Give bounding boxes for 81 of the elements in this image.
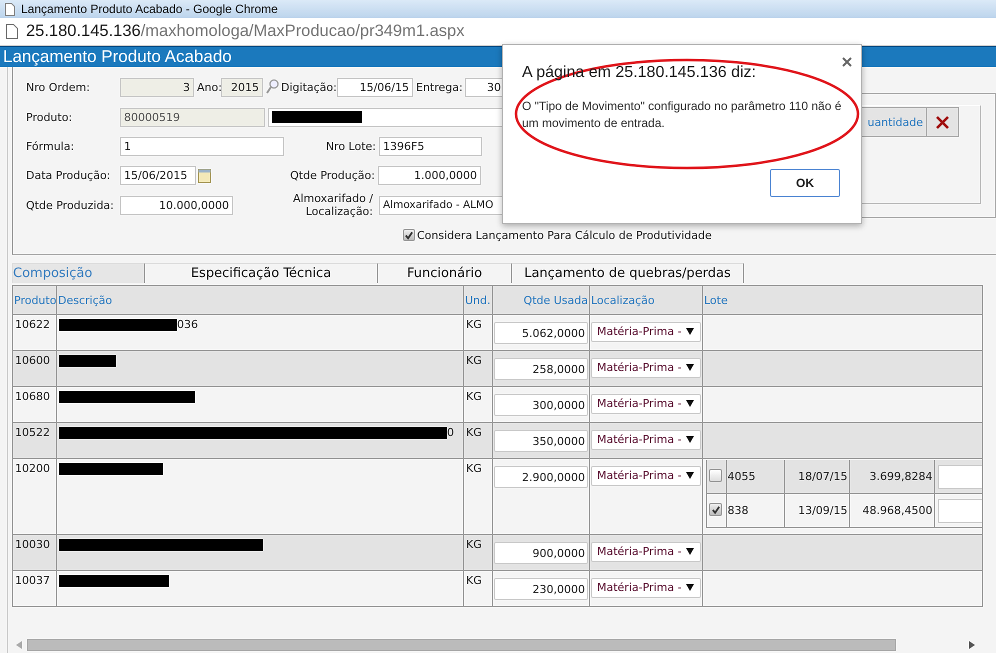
lot-number-field[interactable]: 1396F5: [379, 137, 482, 156]
field-label: Nro Ordem:: [26, 80, 91, 94]
quantity-field[interactable]: 2.900,0000: [494, 466, 588, 488]
column-header[interactable]: Und.: [464, 286, 492, 314]
caret-icon: [686, 472, 694, 478]
location-select[interactable]: Matéria-Prima -: [591, 466, 701, 486]
location-select[interactable]: Matéria-Prima -: [591, 394, 701, 414]
table-cell: 10037: [12, 570, 56, 606]
order-number-field[interactable]: 3: [120, 78, 194, 96]
quantity-field[interactable]: 258,0000: [494, 358, 588, 380]
location-select[interactable]: Matéria-Prima -: [591, 578, 701, 598]
location-select[interactable]: Matéria-Prima -: [591, 542, 701, 562]
tab[interactable]: Especificação Técnica: [144, 263, 378, 283]
remove-button[interactable]: [927, 107, 959, 137]
table-cell: 10200: [12, 458, 56, 534]
table-cell: 13/09/15: [784, 494, 849, 527]
page-icon: [6, 24, 18, 39]
input-field[interactable]: [938, 464, 983, 488]
formula-field[interactable]: 1: [120, 137, 284, 156]
caret-icon: [686, 364, 694, 370]
column-header[interactable]: Produto: [12, 286, 56, 314]
field-label: Qtde Produção:: [289, 169, 376, 182]
location-select[interactable]: Matéria-Prima -: [591, 322, 701, 342]
scrollbar-thumb[interactable]: [27, 638, 896, 650]
quantity-field[interactable]: 230,0000: [494, 578, 588, 600]
caret-icon: [686, 436, 694, 442]
field-label: Nro Lote:: [324, 140, 377, 153]
caret-icon: [686, 328, 694, 334]
table-cell: KG: [464, 570, 492, 606]
table-cell: 48.968,4500: [849, 494, 934, 527]
page-title: Lançamento Produto Acabado: [3, 47, 232, 67]
field-label: Produto:: [26, 110, 74, 124]
column-header[interactable]: Lote: [702, 286, 982, 314]
calendar-icon[interactable]: [198, 168, 211, 183]
ok-button[interactable]: OK: [770, 169, 840, 197]
field-label: Almoxarifado / Localização:: [292, 192, 374, 218]
field-label: Data Produção:: [26, 169, 112, 182]
quantity-field[interactable]: 5.062,0000: [494, 322, 588, 344]
caret-icon: [686, 584, 694, 590]
quantity-field[interactable]: 1.000,0000: [378, 166, 481, 185]
column-header[interactable]: Descrição: [56, 286, 464, 314]
close-icon[interactable]: [842, 57, 852, 67]
description-text: 0: [447, 426, 454, 439]
close-icon: [936, 116, 949, 128]
quantity-field[interactable]: 350,0000: [494, 430, 588, 452]
checkbox-label[interactable]: Considera Lançamento Para Cálculo de Produtividade: [417, 228, 712, 242]
window-title: Lançamento Produto Acabado - Google Chrome: [21, 2, 278, 16]
checkbox[interactable]: [403, 229, 415, 241]
product-code-field[interactable]: 80000519: [120, 108, 265, 126]
field-label: Digitação:: [281, 80, 337, 94]
caret-icon: [686, 548, 694, 554]
table-cell: 3.699,8284: [849, 460, 934, 494]
scroll-left-icon[interactable]: [16, 640, 22, 648]
date-field[interactable]: 15/06/15: [337, 78, 413, 96]
field-label: Qtde Produzida:: [26, 198, 115, 212]
location-select[interactable]: Matéria-Prima -: [591, 430, 701, 450]
quantity-field[interactable]: 300,0000: [494, 394, 588, 416]
description-text: 036: [177, 318, 198, 331]
field-label: Ano:: [197, 80, 221, 94]
checkbox[interactable]: [709, 503, 722, 516]
checkbox[interactable]: [709, 468, 722, 482]
quantity-field[interactable]: 10.000,0000: [120, 196, 233, 214]
scroll-right-icon[interactable]: [969, 640, 975, 648]
input-field[interactable]: [938, 498, 983, 522]
column-header[interactable]: Localização: [590, 286, 702, 314]
caret-icon: [686, 400, 694, 406]
table-cell: 18/07/15: [784, 460, 849, 494]
page-icon: [5, 2, 15, 16]
table-cell: 4055: [726, 460, 784, 494]
search-icon[interactable]: [266, 79, 279, 95]
dialog-message: O "Tipo de Movimento" configurado no parâmetro 110 não é um movimento de entrada.: [522, 98, 842, 132]
field-label: Entrega:: [416, 80, 464, 94]
year-field[interactable]: 2015: [221, 78, 263, 96]
table-cell: 838: [726, 494, 784, 527]
field-label: Fórmula:: [26, 140, 76, 153]
tab[interactable]: Lançamento de quebras/perdas: [511, 263, 744, 283]
location-select[interactable]: Matéria-Prima -: [591, 358, 701, 378]
date-field[interactable]: 30: [465, 78, 505, 96]
quantity-field[interactable]: 900,0000: [494, 542, 588, 564]
date-field[interactable]: 15/06/2015: [120, 166, 196, 185]
column-header[interactable]: Qtde Usada: [492, 286, 590, 314]
